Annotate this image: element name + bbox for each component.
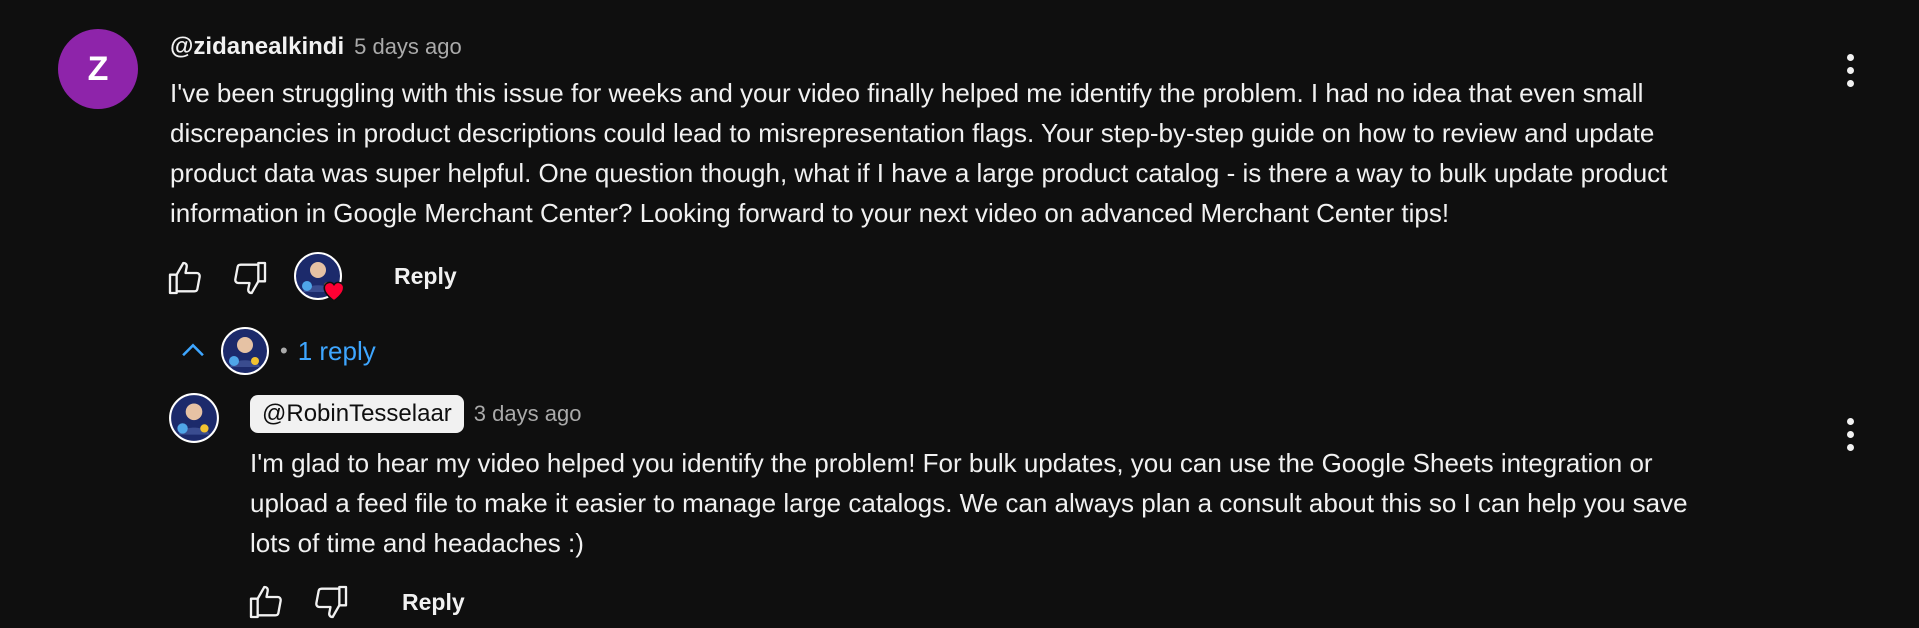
more-vert-icon xyxy=(1846,418,1854,425)
reply-like-button[interactable] xyxy=(244,580,288,624)
creator-avatar xyxy=(221,327,269,375)
comment-timestamp[interactable]: 5 days ago xyxy=(354,34,462,60)
replies-toggle[interactable]: • 1 reply xyxy=(176,326,376,376)
comment-text-line: product data was super helpful. One ques… xyxy=(170,158,1668,188)
creator-heart-icon xyxy=(323,281,345,302)
comment-text-line: I've been struggling with this issue for… xyxy=(170,78,1644,108)
avatar[interactable]: Z xyxy=(58,29,138,109)
creator-avatar xyxy=(169,393,219,443)
replies-count-link[interactable]: 1 reply xyxy=(298,336,376,367)
thumb-up-icon xyxy=(168,261,201,295)
reply-button[interactable]: Reply xyxy=(394,263,457,290)
reply-text-line: I'm glad to hear my video helped you ide… xyxy=(250,448,1653,478)
reply-header: @RobinTesselaar 3 days ago xyxy=(250,395,581,433)
like-button[interactable] xyxy=(163,256,207,300)
thumb-down-icon xyxy=(234,261,267,295)
comment-text: I've been struggling with this issue for… xyxy=(170,73,1667,233)
reply-author-chip[interactable]: @RobinTesselaar xyxy=(250,395,464,433)
comment-text-line: discrepancies in product descriptions co… xyxy=(170,118,1655,148)
reply-more-button[interactable] xyxy=(1844,418,1856,451)
reply-text-line: upload a feed file to make it easier to … xyxy=(250,488,1688,518)
comment-header: @zidanealkindi 5 days ago xyxy=(170,33,462,61)
thumb-up-icon xyxy=(249,585,282,619)
reply-avatar[interactable] xyxy=(168,392,220,444)
reply-reply-button[interactable]: Reply xyxy=(402,589,465,616)
dislike-button[interactable] xyxy=(228,256,272,300)
creator-heart-badge xyxy=(293,252,349,304)
chevron-up-icon xyxy=(182,343,204,357)
comment-more-button[interactable] xyxy=(1844,54,1856,87)
thumb-down-icon xyxy=(315,585,348,619)
comment-text-line: information in Google Merchant Center? L… xyxy=(170,198,1450,228)
more-vert-icon xyxy=(1846,54,1854,61)
reply-dislike-button[interactable] xyxy=(309,580,353,624)
separator-dot: • xyxy=(280,338,288,363)
reply-text: I'm glad to hear my video helped you ide… xyxy=(250,443,1688,563)
reply-timestamp[interactable]: 3 days ago xyxy=(474,401,582,427)
comment-author[interactable]: @zidanealkindi xyxy=(170,33,344,61)
reply-text-line: lots of time and headaches :) xyxy=(250,528,584,558)
